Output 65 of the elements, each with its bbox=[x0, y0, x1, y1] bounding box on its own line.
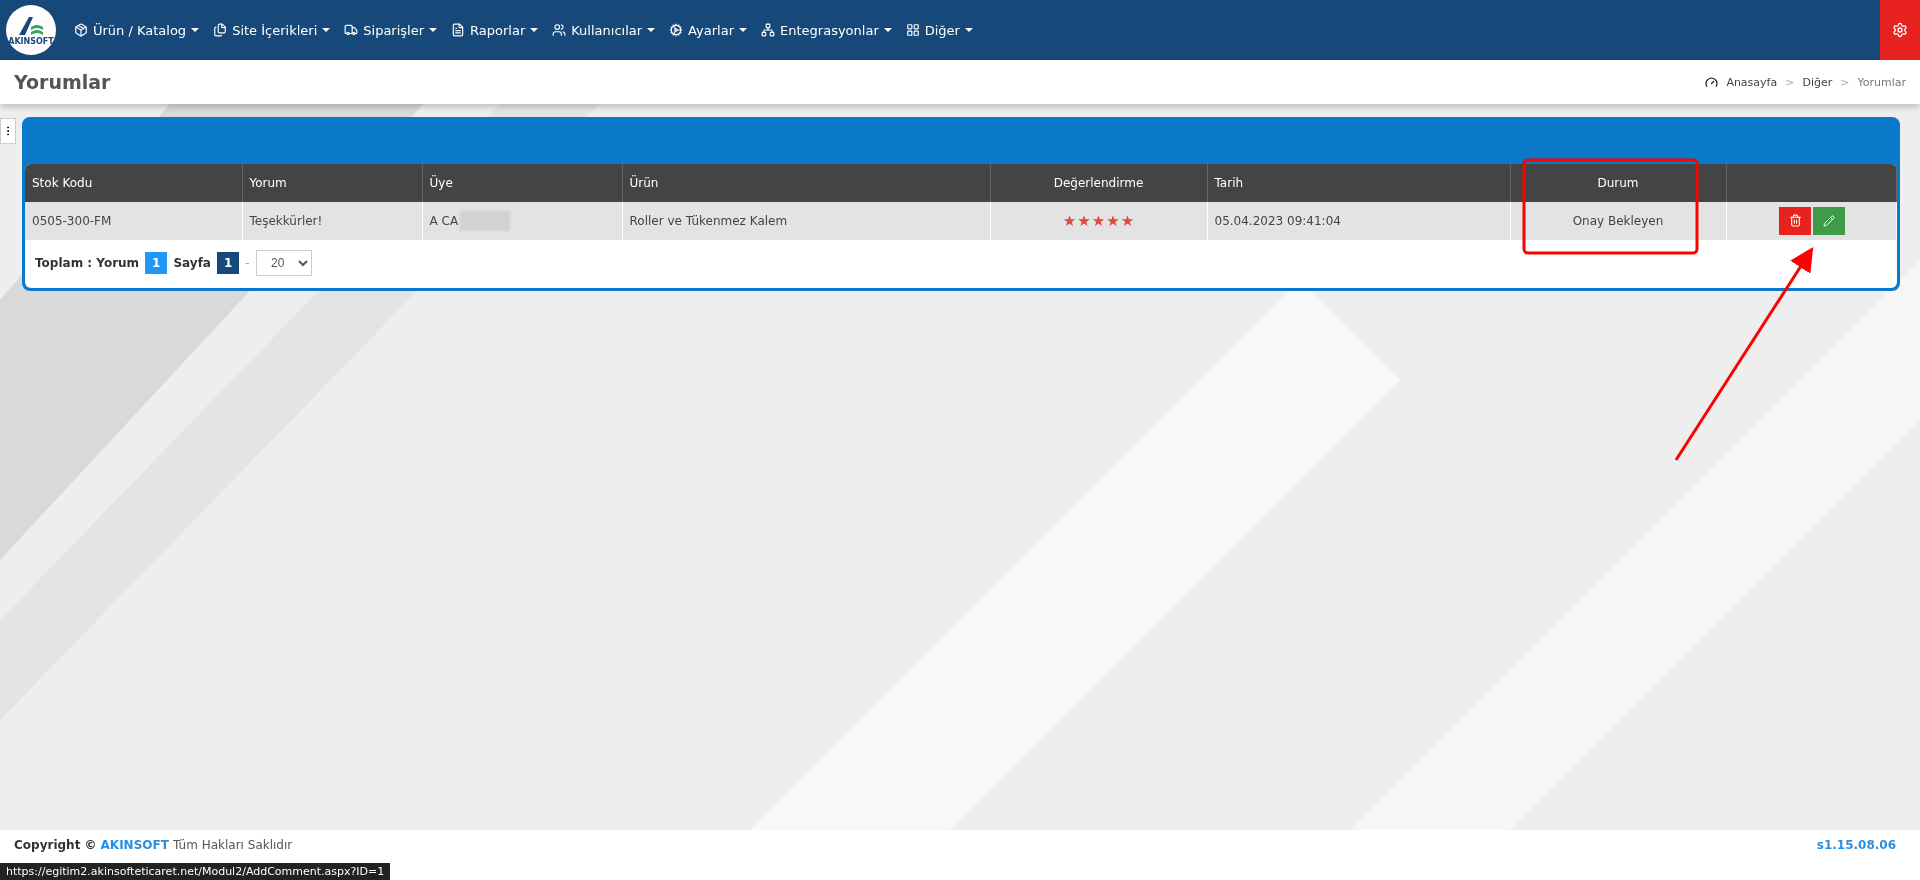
trash-icon bbox=[1788, 214, 1802, 228]
caret-icon bbox=[739, 28, 748, 32]
edit-button[interactable] bbox=[1813, 207, 1846, 236]
breadcrumb-separator: > bbox=[1840, 75, 1850, 89]
nav-menu-item[interactable]: Kullanıcılar bbox=[552, 22, 656, 38]
nav-menu-item[interactable]: Entegrasyonlar bbox=[761, 22, 892, 38]
document-icon bbox=[451, 23, 466, 37]
column-header: Stok Kodu bbox=[25, 164, 242, 202]
column-header: Üye bbox=[422, 164, 622, 202]
caret-icon bbox=[429, 28, 438, 32]
settings-icon bbox=[1892, 22, 1908, 38]
star-rating: ★★★★★ bbox=[1062, 212, 1135, 230]
caret-icon bbox=[191, 28, 200, 32]
nav-menu-item[interactable]: Ayarlar bbox=[669, 22, 748, 38]
network-icon bbox=[761, 23, 776, 37]
total-count: 1 bbox=[145, 252, 168, 274]
column-header: Yorum bbox=[242, 164, 422, 202]
breadcrumb-separator: > bbox=[1785, 75, 1795, 89]
table-cell: Roller ve Tükenmez Kalem bbox=[622, 202, 990, 240]
column-header: Değerlendirme bbox=[990, 164, 1207, 202]
nav-menu-item[interactable]: Site İçerikleri bbox=[213, 22, 331, 38]
page-size-select[interactable]: 20 bbox=[255, 250, 312, 276]
breadcrumb-link[interactable]: Diğer bbox=[1802, 75, 1833, 89]
page-label: Sayfa bbox=[173, 256, 211, 270]
table-cell: 05.04.2023 09:41:04 bbox=[1207, 202, 1510, 240]
caret-icon bbox=[964, 28, 973, 32]
breadcrumb-link[interactable]: Yorumlar bbox=[1857, 75, 1906, 89]
box-icon bbox=[74, 23, 88, 37]
pencil-icon bbox=[1823, 215, 1836, 228]
table-cell: Teşekkürler! bbox=[242, 202, 422, 240]
delete-button[interactable] bbox=[1779, 206, 1812, 235]
caret-icon bbox=[647, 28, 656, 32]
nav-menu-item[interactable]: Siparişler bbox=[344, 22, 438, 38]
column-header: Tarih bbox=[1207, 164, 1510, 202]
table-cell: 0505-300-FM bbox=[25, 202, 242, 240]
caret-icon bbox=[322, 28, 331, 32]
table-cell: A CA bbox=[422, 202, 622, 240]
logo-text: AKINSOFT bbox=[8, 36, 54, 46]
status-url: https://egitim2.akinsofteticaret.net/Modul2/AddComment.aspx?ID=1 bbox=[0, 863, 391, 880]
column-header: Ürün bbox=[622, 164, 990, 202]
page-button[interactable]: 1 bbox=[216, 252, 240, 274]
table-cell: Onay Bekleyen bbox=[1510, 202, 1726, 240]
truck-icon bbox=[344, 23, 359, 37]
grid-icon bbox=[905, 23, 920, 37]
breadcrumb-link[interactable]: Anasayfa bbox=[1726, 75, 1778, 89]
sidebar-toggle-button[interactable] bbox=[0, 118, 16, 144]
nav-menu-item[interactable]: Ürün / Katalog bbox=[74, 22, 200, 38]
files-icon bbox=[213, 23, 228, 37]
nav-menu-item[interactable]: Diğer bbox=[905, 22, 973, 38]
rights-text: Tüm Hakları Saklıdır bbox=[172, 838, 293, 852]
copyright-text: Copyright © bbox=[14, 838, 97, 852]
column-header: Durum bbox=[1510, 164, 1726, 202]
gears-icon bbox=[669, 23, 684, 37]
caret-icon bbox=[530, 28, 539, 32]
nav-menu-item[interactable]: Raporlar bbox=[451, 22, 539, 38]
caret-icon bbox=[883, 28, 892, 32]
version-text: s1.15.08.06 bbox=[1816, 838, 1896, 852]
logo[interactable]: AKINSOFT bbox=[6, 5, 56, 55]
dash: - bbox=[245, 256, 250, 270]
users-icon bbox=[552, 23, 567, 37]
settings-button[interactable] bbox=[1880, 0, 1920, 60]
dashboard-icon bbox=[1705, 75, 1719, 89]
logo-mark-icon bbox=[17, 14, 45, 37]
total-label: Toplam : Yorum bbox=[35, 256, 140, 270]
page-title: Yorumlar bbox=[14, 71, 111, 93]
